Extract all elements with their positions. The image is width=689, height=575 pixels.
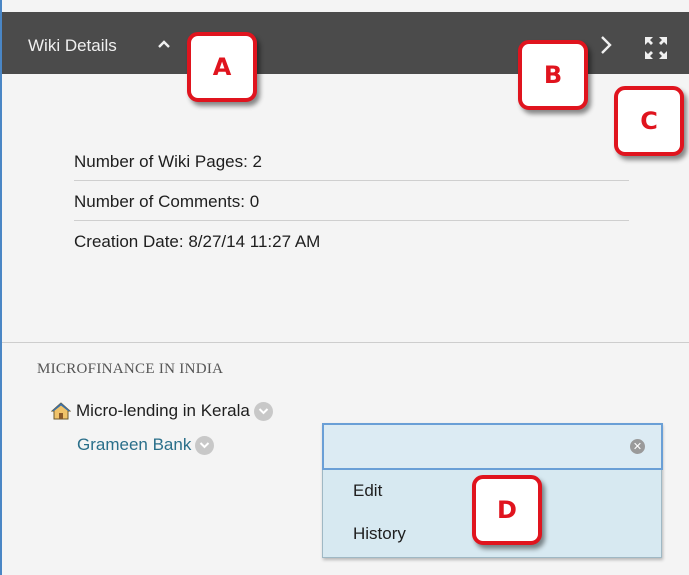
callout-a: A bbox=[187, 32, 257, 102]
wiki-page-sub-link[interactable]: Grameen Bank bbox=[77, 435, 191, 455]
chevron-down-circle-icon[interactable] bbox=[253, 401, 273, 421]
expand-icon[interactable] bbox=[642, 34, 670, 62]
chevron-up-icon[interactable] bbox=[156, 36, 172, 52]
wiki-stats: Number of Wiki Pages: 2 Number of Commen… bbox=[74, 141, 629, 261]
panel-title[interactable]: Wiki Details bbox=[28, 36, 117, 56]
callout-d: D bbox=[472, 475, 542, 545]
menu-search-input[interactable]: ✕ bbox=[322, 423, 663, 470]
wiki-page-home[interactable]: Micro-lending in Kerala bbox=[51, 399, 273, 423]
wiki-page-home-label[interactable]: Micro-lending in Kerala bbox=[76, 401, 250, 421]
menu-item-history[interactable]: History bbox=[353, 524, 406, 544]
stat-wiki-pages: Number of Wiki Pages: 2 bbox=[74, 141, 629, 181]
wiki-page-sub[interactable]: Grameen Bank bbox=[77, 433, 215, 457]
wiki-section-heading: MICROFINANCE IN INDIA bbox=[37, 361, 224, 377]
clear-icon[interactable]: ✕ bbox=[630, 439, 645, 454]
section-divider bbox=[2, 342, 689, 343]
stat-comments: Number of Comments: 0 bbox=[74, 181, 629, 221]
chevron-down-circle-icon[interactable] bbox=[195, 435, 215, 455]
stat-creation-date: Creation Date: 8/27/14 11:27 AM bbox=[74, 232, 321, 251]
chevron-right-icon[interactable] bbox=[597, 34, 615, 56]
menu-item-edit[interactable]: Edit bbox=[353, 481, 382, 501]
callout-b: B bbox=[518, 40, 588, 110]
home-icon bbox=[51, 402, 71, 420]
